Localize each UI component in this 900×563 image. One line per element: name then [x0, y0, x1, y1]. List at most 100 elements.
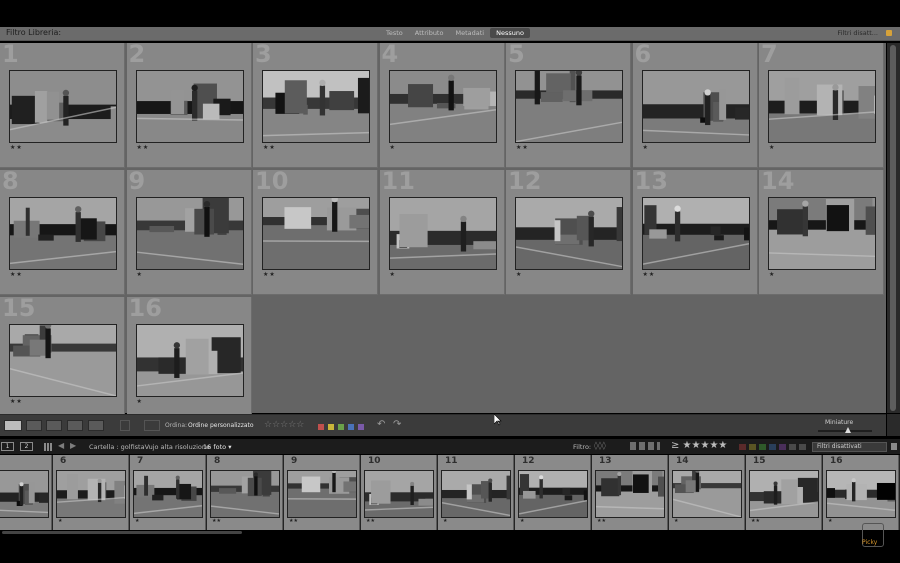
filmstrip-thumbnail[interactable]: [749, 470, 819, 518]
grid-cell[interactable]: 2 ★★: [126, 43, 252, 168]
color-filter-swatch[interactable]: [769, 444, 776, 450]
tab-text[interactable]: Testo: [380, 28, 409, 38]
filmstrip-thumbnail[interactable]: [441, 470, 511, 518]
photo-thumbnail[interactable]: [515, 70, 623, 143]
color-label-swatch[interactable]: [358, 424, 364, 430]
lock-icon[interactable]: [886, 30, 892, 36]
grid-cell[interactable]: 14 ★: [759, 170, 884, 295]
survey-view-button[interactable]: [67, 420, 83, 431]
color-filter-swatch[interactable]: [749, 444, 756, 450]
grid-cell[interactable]: 12 ★: [506, 170, 631, 295]
color-label-swatch[interactable]: [318, 424, 324, 430]
photo-thumbnail[interactable]: [641, 197, 750, 270]
toolbar-menu-icon[interactable]: [887, 414, 900, 436]
tab-none[interactable]: Nessuno: [490, 28, 530, 38]
star-rating[interactable]: ★★: [263, 144, 276, 151]
filmstrip-thumbnail[interactable]: [210, 470, 280, 518]
photo-thumbnail[interactable]: [262, 70, 370, 143]
filter-preset-select[interactable]: Filtri disattivati: [812, 442, 887, 452]
filmstrip-cell[interactable]: 6 ★: [53, 455, 129, 530]
star-rating[interactable]: ★: [390, 271, 396, 278]
grid-cell[interactable]: 1 ★★: [0, 43, 125, 168]
star-rating[interactable]: ★★: [137, 144, 150, 151]
filmstrip-thumbnail[interactable]: [287, 470, 357, 518]
filmstrip-thumbnail[interactable]: [56, 470, 126, 518]
star-rating[interactable]: ★★: [516, 144, 529, 151]
photo-thumbnail[interactable]: [135, 197, 244, 270]
filmstrip-cell[interactable]: 13 ★★: [592, 455, 668, 530]
grid-scrollbar-thumb[interactable]: [890, 45, 896, 411]
photo-thumbnail[interactable]: [135, 70, 244, 143]
grid-cell[interactable]: 9 ★: [126, 170, 252, 295]
filmstrip-scrollbar[interactable]: [0, 530, 900, 536]
filmstrip-thumbnail[interactable]: [518, 470, 588, 518]
star-rating[interactable]: ★: [769, 144, 775, 151]
photo-thumbnail[interactable]: [768, 197, 876, 270]
filmstrip-cell[interactable]: 7 ★: [130, 455, 206, 530]
thumbnail-size-slider[interactable]: [818, 427, 872, 433]
rating-filter[interactable]: ≥ ★★★★★: [671, 440, 727, 451]
grid-cell[interactable]: 3 ★★: [253, 43, 378, 168]
color-filter-swatch[interactable]: [789, 444, 796, 450]
color-label-swatch[interactable]: [328, 424, 334, 430]
grid-icon[interactable]: [44, 443, 52, 451]
grid-cell[interactable]: 7 ★: [759, 43, 884, 168]
filmstrip-cell[interactable]: 8 ★★: [207, 455, 283, 530]
photo-thumbnail[interactable]: [262, 197, 370, 270]
flag-filters-icon[interactable]: ◊◊◊: [594, 441, 606, 450]
star-rating[interactable]: ★: [516, 271, 522, 278]
photo-thumbnail[interactable]: [9, 197, 117, 270]
filmstrip-thumbnail[interactable]: [826, 470, 896, 518]
star-rating[interactable]: ★★: [263, 271, 276, 278]
loupe-view-button[interactable]: [26, 420, 42, 431]
filmstrip-thumbnail[interactable]: [672, 470, 742, 518]
grid-cell[interactable]: 11 ★: [379, 170, 505, 295]
filmstrip-cell[interactable]: 11 ★: [438, 455, 514, 530]
filmstrip-cell[interactable]: 12 ★: [515, 455, 591, 530]
filmstrip-scrollbar-thumb[interactable]: [2, 531, 242, 534]
grid-cell[interactable]: 15 ★★: [0, 297, 125, 422]
primary-window-button[interactable]: 1: [1, 442, 14, 451]
rotate-left-icon[interactable]: ↶: [377, 419, 385, 430]
color-label-swatch[interactable]: [348, 424, 354, 430]
rotate-right-icon[interactable]: ↷: [393, 419, 401, 430]
grid-cell[interactable]: 8 ★★: [0, 170, 125, 295]
slider-knob[interactable]: [844, 427, 851, 433]
star-rating[interactable]: ★: [643, 144, 649, 151]
photo-thumbnail[interactable]: [768, 70, 876, 143]
tab-attribute[interactable]: Attributo: [409, 28, 450, 38]
photo-thumbnail[interactable]: [9, 70, 117, 143]
star-rating[interactable]: ★★: [10, 271, 23, 278]
photo-thumbnail[interactable]: [515, 197, 623, 270]
filmstrip-thumbnail[interactable]: [133, 470, 203, 518]
sort-dropdown[interactable]: Ordine personalizzato: [188, 422, 254, 429]
filmstrip-cell[interactable]: 14 ★: [669, 455, 745, 530]
grid-cell[interactable]: 5 ★★: [506, 43, 631, 168]
color-label-swatch[interactable]: [338, 424, 344, 430]
filmstrip-thumbnail[interactable]: [595, 470, 665, 518]
filter-lock-icon[interactable]: [891, 443, 897, 450]
people-view-button[interactable]: [88, 420, 104, 431]
star-rating[interactable]: ★★: [10, 398, 23, 405]
photo-thumbnail[interactable]: [388, 197, 497, 270]
forward-arrow-icon[interactable]: ▶: [70, 441, 76, 450]
compare-view-button[interactable]: [46, 420, 62, 431]
star-rating[interactable]: ★: [390, 144, 396, 151]
rating-stars[interactable]: ☆☆☆☆☆: [264, 420, 304, 430]
star-rating[interactable]: ★★: [10, 144, 23, 151]
filmstrip-cell[interactable]: 16 ★: [823, 455, 899, 530]
spray-can-icon[interactable]: [120, 420, 130, 431]
photo-thumbnail[interactable]: [135, 324, 244, 397]
filmstrip-thumbnail[interactable]: [364, 470, 434, 518]
photo-thumbnail[interactable]: [641, 70, 750, 143]
filmstrip-cell[interactable]: 9 ★★: [284, 455, 360, 530]
color-filter-swatch[interactable]: [759, 444, 766, 450]
photo-count[interactable]: 16 foto ▾: [203, 443, 231, 451]
grid-cell[interactable]: 4 ★: [379, 43, 505, 168]
star-rating[interactable]: ★: [137, 271, 143, 278]
filmstrip-cell[interactable]: 15 ★★: [746, 455, 822, 530]
color-filter-swatch[interactable]: [779, 444, 786, 450]
edit-filters-icon[interactable]: [630, 442, 660, 450]
star-rating[interactable]: ★: [769, 271, 775, 278]
color-filter-swatch[interactable]: [739, 444, 746, 450]
